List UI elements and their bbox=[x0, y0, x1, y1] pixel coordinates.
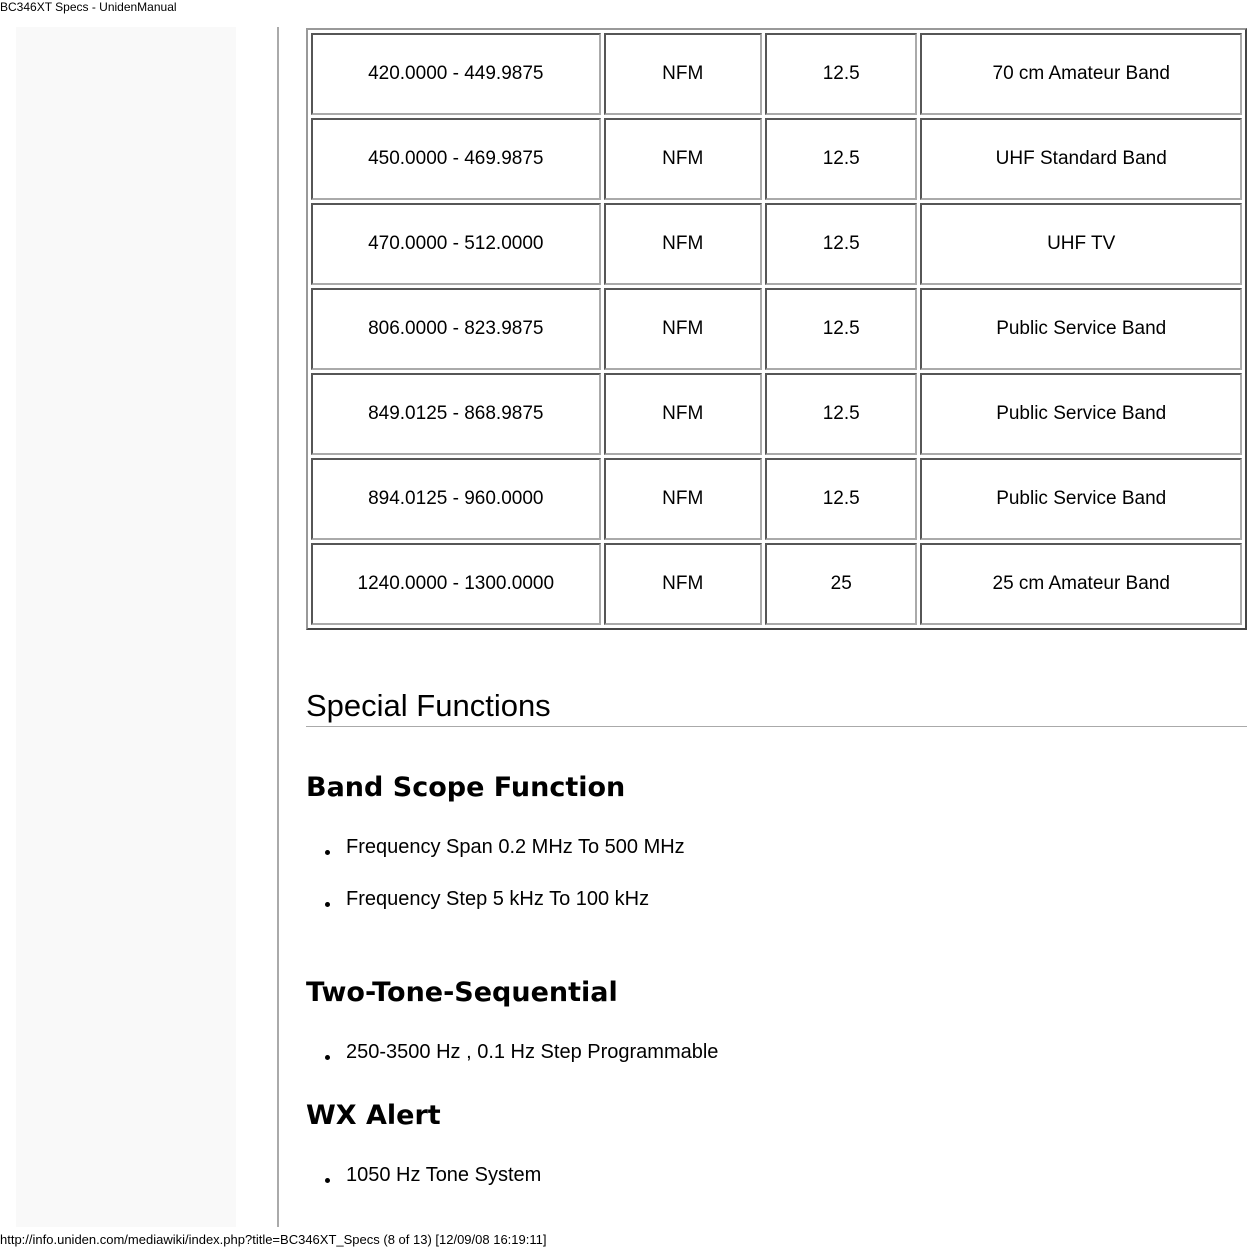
table-cell: 12.5 bbox=[764, 33, 918, 115]
band-scope-list: Frequency Span 0.2 MHz To 500 MHz Freque… bbox=[306, 836, 685, 940]
table-row: 420.0000 - 449.9875 NFM 12.5 70 cm Amateur … bbox=[311, 33, 1242, 115]
table-cell: 470.0000 - 512.0000 bbox=[311, 203, 601, 285]
band-scope-heading: Band Scope Function bbox=[306, 772, 626, 803]
table-cell: 450.0000 - 469.9875 bbox=[311, 118, 601, 200]
table-row: 806.0000 - 823.9875 NFM 12.5 Public Service… bbox=[311, 288, 1242, 370]
table-cell: 70 cm Amateur Band bbox=[920, 33, 1242, 115]
wx-alert-list: 1050 Hz Tone System bbox=[306, 1164, 541, 1216]
table-cell: UHF Standard Band bbox=[920, 118, 1242, 200]
table-cell: NFM bbox=[603, 203, 762, 285]
sidebar bbox=[16, 27, 236, 1227]
table-row: 450.0000 - 469.9875 NFM 12.5 UHF Standard B… bbox=[311, 118, 1242, 200]
table-cell: NFM bbox=[603, 288, 762, 370]
window-title: BC346XT Specs - UnidenManual bbox=[0, 0, 177, 14]
special-functions-heading: Special Functions bbox=[306, 688, 1247, 727]
table-cell: NFM bbox=[603, 458, 762, 540]
frequency-table: 420.0000 - 449.9875 NFM 12.5 70 cm Amateur … bbox=[306, 28, 1247, 630]
table-row: 1240.0000 - 1300.0000 NFM 25 25 cm Amateur … bbox=[311, 543, 1242, 625]
sidebar-divider bbox=[277, 27, 279, 1227]
table-cell: 420.0000 - 449.9875 bbox=[311, 33, 601, 115]
table-cell: 25 cm Amateur Band bbox=[920, 543, 1242, 625]
table-cell: Public Service Band bbox=[920, 373, 1242, 455]
page-footer-url: http://info.uniden.com/mediawiki/index.p… bbox=[0, 1232, 547, 1247]
table-cell: NFM bbox=[603, 373, 762, 455]
table-cell: NFM bbox=[603, 543, 762, 625]
table-cell: 806.0000 - 823.9875 bbox=[311, 288, 601, 370]
table-cell: 849.0125 - 868.9875 bbox=[311, 373, 601, 455]
table-cell: NFM bbox=[603, 118, 762, 200]
list-item: 1050 Hz Tone System bbox=[306, 1164, 541, 1216]
table-cell: 12.5 bbox=[764, 203, 918, 285]
table-cell: Public Service Band bbox=[920, 458, 1242, 540]
table-cell: 12.5 bbox=[764, 288, 918, 370]
two-tone-list: 250-3500 Hz , 0.1 Hz Step Programmable bbox=[306, 1041, 718, 1093]
two-tone-heading: Two-Tone-Sequential bbox=[306, 977, 618, 1008]
table-cell: Public Service Band bbox=[920, 288, 1242, 370]
table-cell: 12.5 bbox=[764, 373, 918, 455]
list-item: Frequency Span 0.2 MHz To 500 MHz bbox=[306, 836, 685, 888]
table-row: 849.0125 - 868.9875 NFM 12.5 Public Service… bbox=[311, 373, 1242, 455]
list-item: Frequency Step 5 kHz To 100 kHz bbox=[306, 888, 685, 940]
table-cell: 12.5 bbox=[764, 118, 918, 200]
wx-alert-heading: WX Alert bbox=[306, 1100, 441, 1131]
table-cell: 1240.0000 - 1300.0000 bbox=[311, 543, 601, 625]
table-row: 894.0125 - 960.0000 NFM 12.5 Public Service… bbox=[311, 458, 1242, 540]
table-cell: 25 bbox=[764, 543, 918, 625]
table-cell: 894.0125 - 960.0000 bbox=[311, 458, 601, 540]
list-item: 250-3500 Hz , 0.1 Hz Step Programmable bbox=[306, 1041, 718, 1093]
table-cell: UHF TV bbox=[920, 203, 1242, 285]
table-cell: NFM bbox=[603, 33, 762, 115]
table-row: 470.0000 - 512.0000 NFM 12.5 UHF TV bbox=[311, 203, 1242, 285]
table-cell: 12.5 bbox=[764, 458, 918, 540]
